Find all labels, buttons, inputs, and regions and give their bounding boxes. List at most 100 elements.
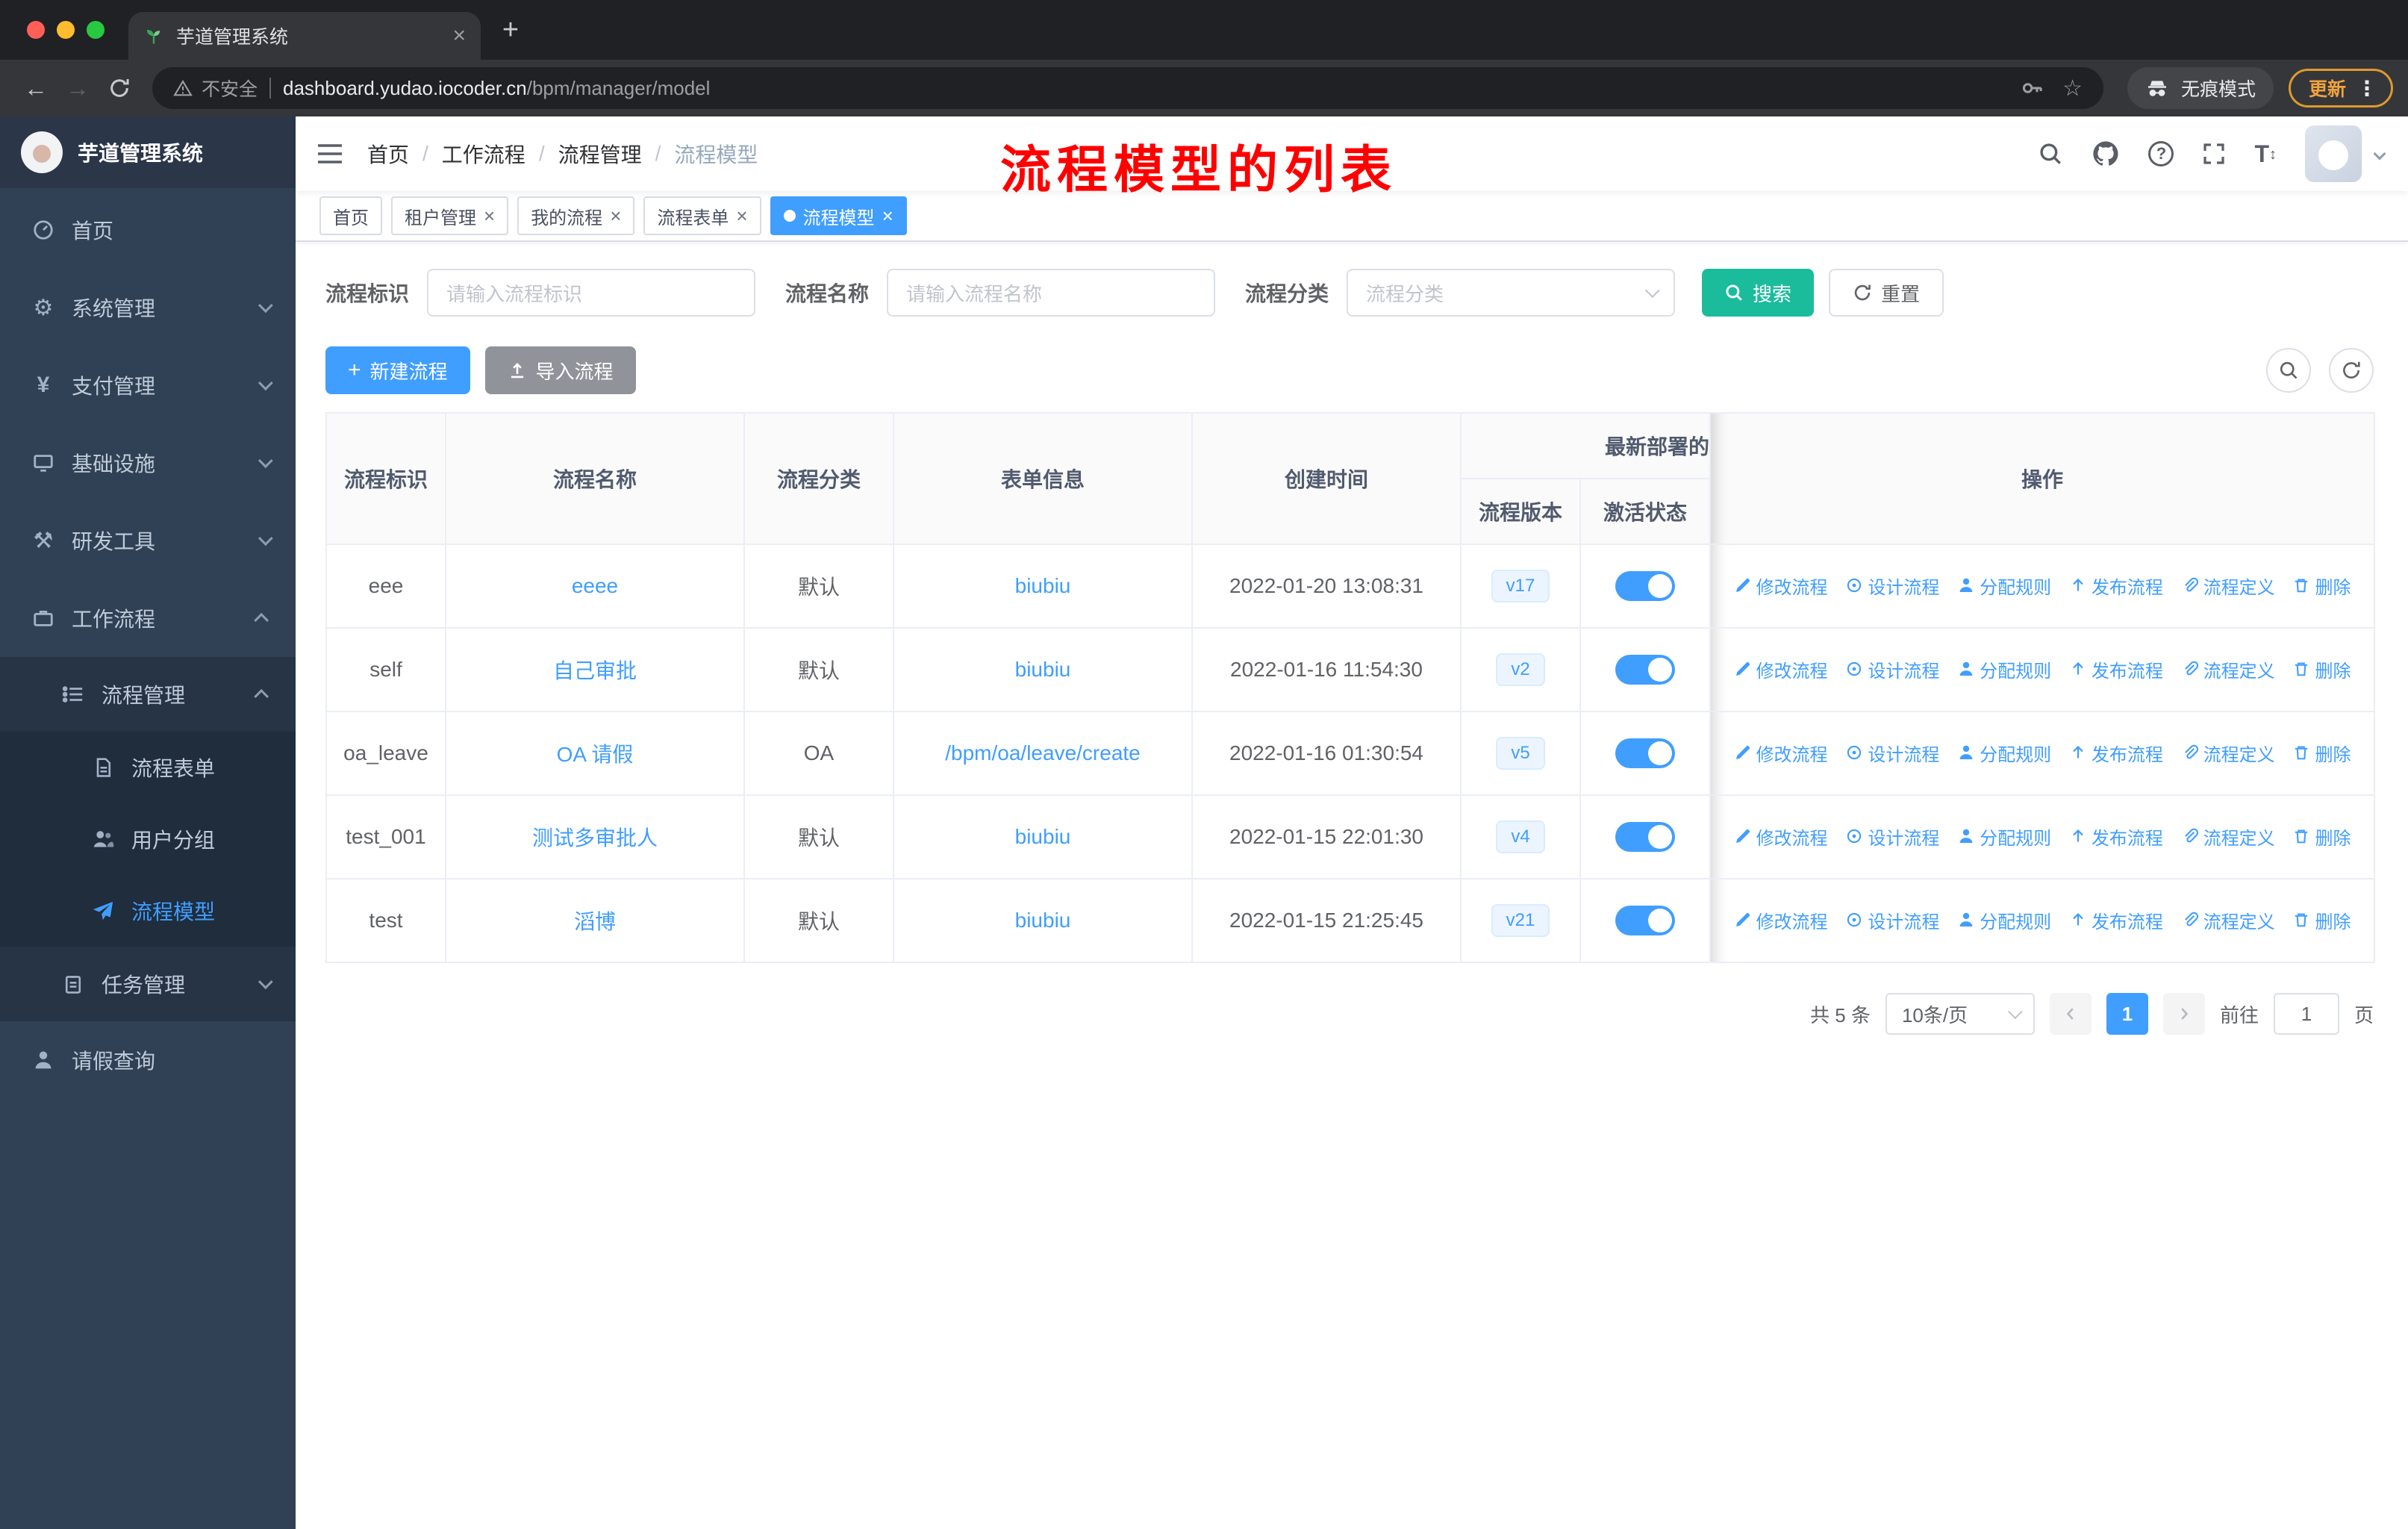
sidebar-item-dev-tools[interactable]: 研发工具 [0, 502, 296, 579]
edit-process-link[interactable]: 修改流程 [1734, 656, 1828, 682]
browser-menu-icon[interactable] [2356, 76, 2377, 101]
sidebar-item-payment[interactable]: 支付管理 [0, 346, 296, 424]
publish-process-link[interactable]: 发布流程 [2069, 823, 2163, 850]
tag-home[interactable]: 首页 [319, 196, 382, 235]
sidebar-item-user-group[interactable]: 用户分组 [0, 803, 296, 875]
edit-process-link[interactable]: 修改流程 [1734, 740, 1828, 766]
reset-button[interactable]: 重置 [1829, 269, 1944, 317]
assign-rule-link[interactable]: 分配规则 [1957, 823, 2051, 850]
edit-process-link[interactable]: 修改流程 [1734, 907, 1828, 933]
delete-link[interactable]: 删除 [2292, 740, 2351, 766]
sidebar-toggle-button[interactable] [316, 142, 343, 166]
assign-rule-link[interactable]: 分配规则 [1957, 573, 2051, 599]
refresh-table-button[interactable] [2329, 348, 2374, 393]
sidebar-item-system[interactable]: 系统管理 [0, 269, 296, 346]
breadcrumb-workflow[interactable]: 工作流程 [442, 139, 525, 169]
edit-process-link[interactable]: 修改流程 [1734, 823, 1828, 850]
sidebar-item-workflow[interactable]: 工作流程 [0, 579, 296, 657]
active-toggle[interactable] [1615, 906, 1675, 935]
publish-process-link[interactable]: 发布流程 [2069, 656, 2163, 682]
process-name-link[interactable]: eeee [572, 574, 618, 597]
active-toggle[interactable] [1615, 571, 1675, 601]
toggle-search-button[interactable] [2266, 348, 2311, 393]
design-process-link[interactable]: 设计流程 [1845, 740, 1939, 766]
prev-page-button[interactable] [2049, 993, 2092, 1035]
create-process-button[interactable]: 新建流程 [325, 346, 470, 394]
app-logo[interactable]: 芋道管理系统 [0, 116, 296, 188]
publish-process-link[interactable]: 发布流程 [2069, 573, 2163, 599]
design-process-link[interactable]: 设计流程 [1845, 907, 1939, 933]
tag-process-form[interactable]: 流程表单 [643, 196, 761, 235]
tag-tenant-management[interactable]: 租户管理 [391, 196, 509, 235]
publish-process-link[interactable]: 发布流程 [2069, 907, 2163, 933]
active-toggle[interactable] [1615, 738, 1675, 768]
process-category-select[interactable]: 流程分类 [1347, 269, 1676, 317]
reload-button[interactable] [99, 67, 140, 109]
import-process-button[interactable]: 导入流程 [484, 346, 636, 394]
address-bar[interactable]: 不安全 dashboard.yudao.iocoder.cn/bpm/manag… [152, 67, 2103, 109]
design-process-link[interactable]: 设计流程 [1845, 823, 1939, 850]
process-definition-link[interactable]: 流程定义 [2181, 656, 2275, 682]
breadcrumb-home[interactable]: 首页 [367, 139, 409, 169]
sidebar-item-home[interactable]: 首页 [0, 191, 296, 269]
process-key-input[interactable]: 请输入流程标识 [427, 269, 756, 317]
publish-process-link[interactable]: 发布流程 [2069, 740, 2163, 766]
browser-tab[interactable]: 芋道管理系统 [128, 12, 481, 60]
process-name-link[interactable]: 测试多审批人 [532, 826, 658, 850]
fullscreen-icon[interactable] [2202, 142, 2226, 166]
process-name-link[interactable]: OA 请假 [557, 743, 634, 766]
forward-button[interactable] [57, 67, 99, 109]
font-size-icon[interactable] [2254, 140, 2277, 168]
design-process-link[interactable]: 设计流程 [1845, 573, 1939, 599]
form-info-link[interactable]: /bpm/oa/leave/create [945, 741, 1141, 764]
close-icon[interactable] [736, 206, 747, 225]
search-icon[interactable] [2038, 141, 2063, 166]
close-icon[interactable] [882, 206, 893, 225]
sidebar-item-leave-query[interactable]: 请假查询 [0, 1021, 296, 1099]
active-toggle[interactable] [1615, 822, 1675, 852]
bookmark-star-icon[interactable] [2062, 75, 2083, 102]
search-button[interactable]: 搜索 [1702, 269, 1815, 317]
sidebar-item-infrastructure[interactable]: 基础设施 [0, 424, 296, 502]
edit-process-link[interactable]: 修改流程 [1734, 573, 1828, 599]
process-name-link[interactable]: 滔博 [574, 910, 616, 933]
form-info-link[interactable]: biubiu [1015, 909, 1071, 932]
github-icon[interactable] [2092, 140, 2120, 168]
tab-close-icon[interactable] [452, 25, 466, 47]
form-info-link[interactable]: biubiu [1015, 658, 1071, 681]
user-avatar[interactable] [2305, 125, 2362, 182]
process-definition-link[interactable]: 流程定义 [2181, 907, 2275, 933]
tag-my-process[interactable]: 我的流程 [517, 196, 635, 235]
active-toggle[interactable] [1615, 655, 1675, 685]
close-icon[interactable] [610, 206, 621, 225]
delete-link[interactable]: 删除 [2292, 656, 2351, 682]
window-zoom-button[interactable] [87, 21, 105, 39]
form-info-link[interactable]: biubiu [1015, 825, 1071, 848]
current-page-button[interactable]: 1 [2106, 993, 2148, 1035]
process-definition-link[interactable]: 流程定义 [2181, 740, 2275, 766]
goto-page-input[interactable]: 1 [2273, 993, 2339, 1035]
sidebar-item-process-form[interactable]: 流程表单 [0, 732, 296, 803]
breadcrumb-process-management[interactable]: 流程管理 [558, 139, 642, 169]
sidebar-item-process-management[interactable]: 流程管理 [0, 657, 296, 732]
assign-rule-link[interactable]: 分配规则 [1957, 907, 2051, 933]
close-icon[interactable] [484, 206, 495, 225]
password-key-icon[interactable] [2021, 76, 2044, 100]
delete-link[interactable]: 删除 [2292, 573, 2351, 599]
next-page-button[interactable] [2162, 993, 2205, 1035]
process-definition-link[interactable]: 流程定义 [2181, 573, 2275, 599]
sidebar-item-process-model[interactable]: 流程模型 [0, 875, 296, 947]
assign-rule-link[interactable]: 分配规则 [1957, 740, 2051, 766]
new-tab-button[interactable] [490, 9, 531, 51]
tag-process-model[interactable]: 流程模型 [770, 196, 907, 235]
process-name-input[interactable]: 请输入流程名称 [887, 269, 1216, 317]
delete-link[interactable]: 删除 [2292, 907, 2351, 933]
window-close-button[interactable] [27, 21, 45, 39]
form-info-link[interactable]: biubiu [1015, 574, 1071, 597]
delete-link[interactable]: 删除 [2292, 823, 2351, 850]
back-button[interactable] [15, 67, 57, 109]
sidebar-item-task-management[interactable]: 任务管理 [0, 947, 296, 1021]
help-icon[interactable] [2148, 141, 2174, 166]
page-size-select[interactable]: 10条/页 [1885, 993, 2035, 1035]
design-process-link[interactable]: 设计流程 [1845, 656, 1939, 682]
